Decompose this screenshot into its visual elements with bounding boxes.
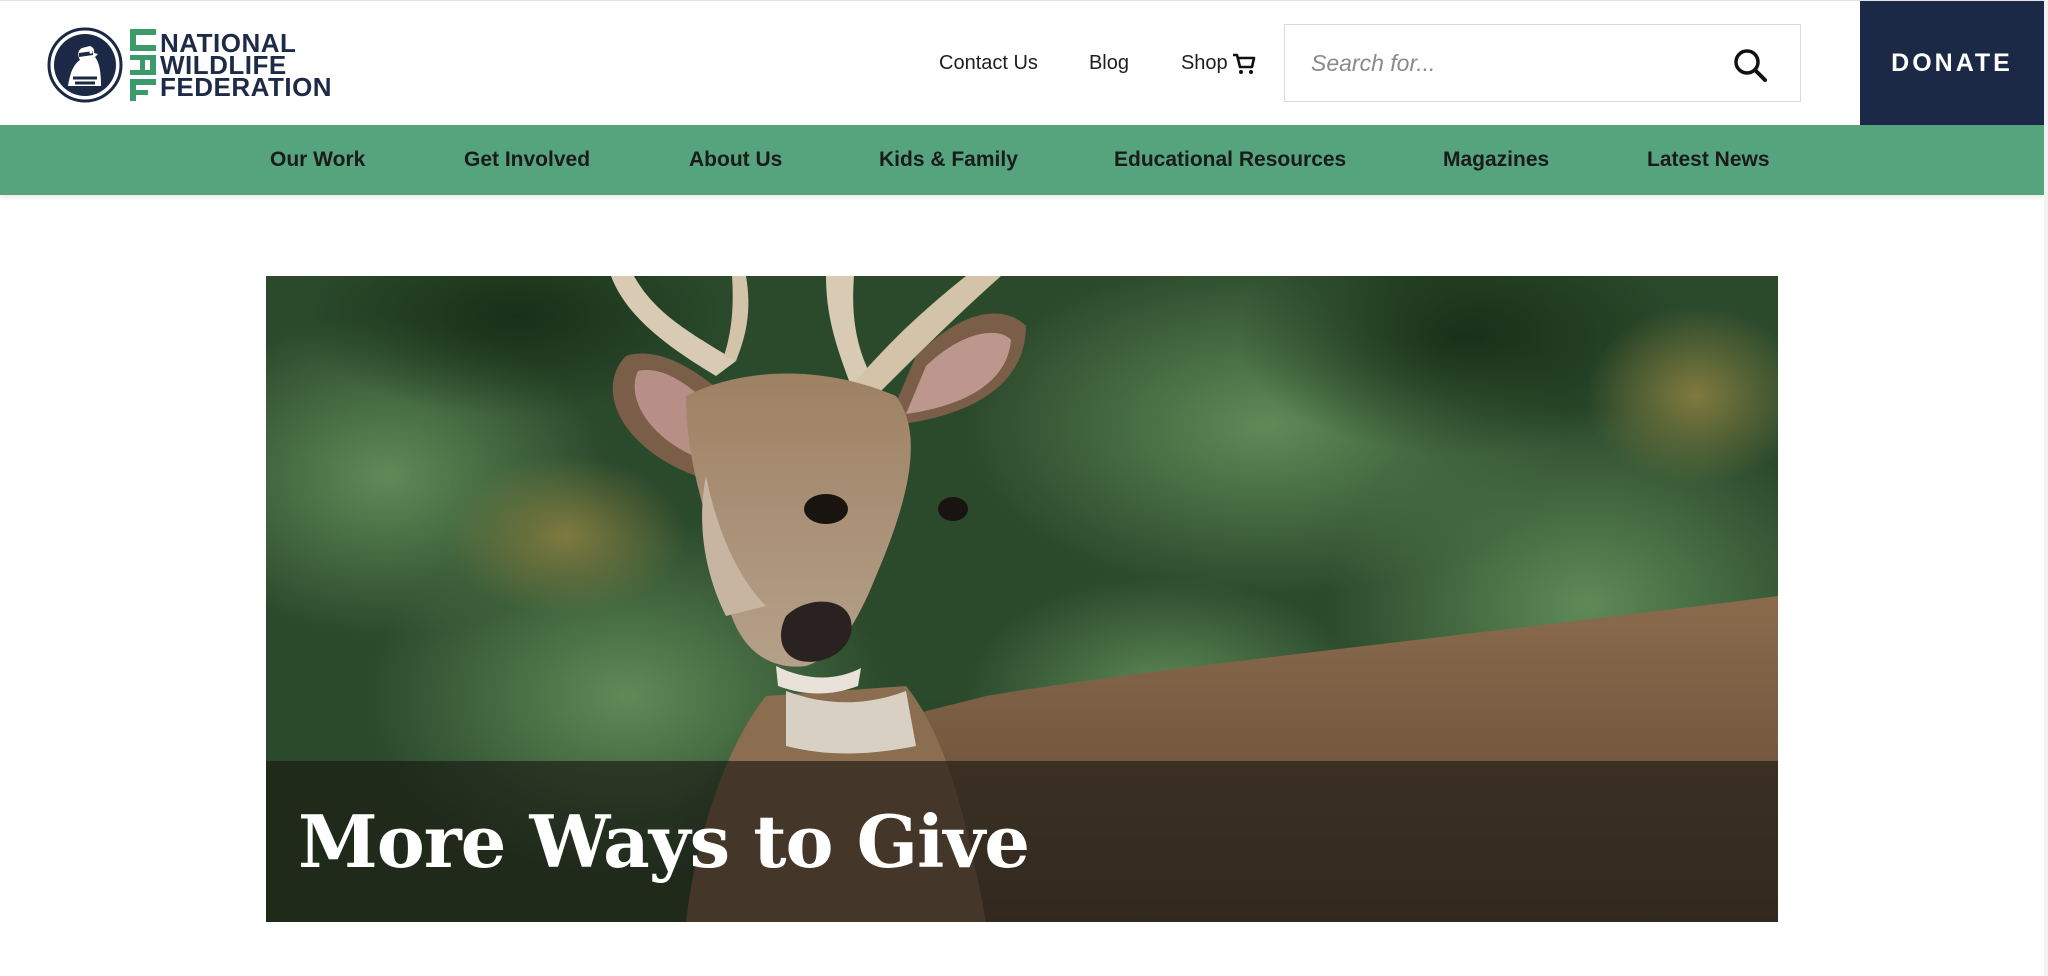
hero-banner[interactable]: More Ways to Give: [266, 276, 1778, 922]
search-icon[interactable]: [1732, 47, 1768, 83]
nav-item-about-us[interactable]: About Us: [689, 125, 782, 195]
shop-link[interactable]: Shop: [1181, 52, 1256, 75]
site-header: NATIONAL WILDLIFE FEDERATION Contact Us …: [0, 0, 2048, 126]
nav-item-magazines[interactable]: Magazines: [1443, 125, 1549, 195]
utility-nav: Contact Us Blog Shop: [900, 1, 1256, 126]
page: NATIONAL WILDLIFE FEDERATION Contact Us …: [0, 0, 2048, 976]
nav-item-latest-news[interactable]: Latest News: [1647, 125, 1770, 195]
nav-item-get-involved[interactable]: Get Involved: [464, 125, 590, 195]
hero-title: More Ways to Give: [298, 799, 1030, 884]
search-input[interactable]: [1311, 33, 1731, 93]
hero-caption-bar: More Ways to Give: [266, 761, 1778, 922]
nav-item-our-work[interactable]: Our Work: [270, 125, 365, 195]
donate-button[interactable]: DONATE: [1860, 1, 2044, 126]
shop-link-label: Shop: [1180, 52, 1228, 74]
blog-link[interactable]: Blog: [1089, 52, 1129, 75]
search-box: [1284, 24, 1801, 102]
cart-icon: [1232, 53, 1255, 74]
raccoon-seal-icon: [47, 27, 123, 103]
contact-us-link[interactable]: Contact Us: [939, 52, 1038, 75]
main-nav: Our Work Get Involved About Us Kids & Fa…: [0, 125, 2044, 195]
logo-line-federation: FEDERATION: [160, 72, 333, 102]
nwf-monogram: [128, 27, 158, 103]
nav-item-educational-resources[interactable]: Educational Resources: [1114, 125, 1346, 195]
nav-item-kids-family[interactable]: Kids & Family: [879, 125, 1018, 195]
site-logo[interactable]: NATIONAL WILDLIFE FEDERATION: [46, 25, 346, 105]
scrollbar-track: [2044, 0, 2048, 976]
logo-wordmark: NATIONAL WILDLIFE FEDERATION: [160, 30, 333, 102]
